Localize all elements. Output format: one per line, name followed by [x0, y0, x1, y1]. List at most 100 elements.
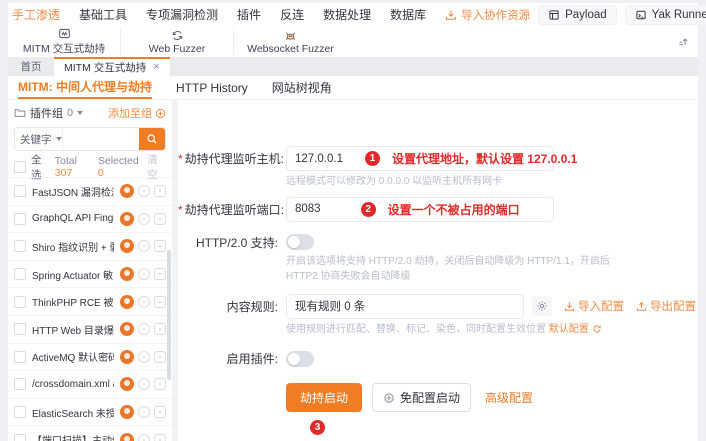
plugin-list-item[interactable]: ElasticSearch 未授权访问 — [8, 399, 172, 427]
square-badge-icon — [154, 351, 166, 363]
close-icon[interactable]: × — [153, 62, 159, 73]
rules-label: 内容规则: — [178, 298, 278, 315]
chevron-down-icon[interactable] — [77, 111, 83, 115]
rules-row: 内容规则: 现有规则 0 条 导入配置 导出配置 — [178, 294, 698, 319]
tab-mitm-proxy[interactable]: MITM: 中间人代理与劫持 — [18, 76, 152, 99]
subnav-item-mitm[interactable]: MITM 交互式劫持 — [8, 28, 121, 55]
circle-badge-icon — [138, 323, 150, 335]
square-badge-icon — [154, 406, 166, 418]
export-config-button[interactable]: 导出配置 — [636, 298, 696, 314]
search-button[interactable] — [139, 128, 165, 150]
plugin-group-header: 插件组 0 添加至组 — [8, 100, 172, 126]
circle-badge-icon — [138, 434, 150, 441]
mitm-config-form: * 劫持代理监听主机: 127.0.0.1 1 设置代理地址，默认设置 127.0… — [178, 100, 698, 441]
circle-badge-icon — [138, 351, 150, 363]
plugin-checkbox[interactable] — [14, 296, 26, 308]
yak-runner-icon — [635, 9, 647, 21]
plugin-group-count: 0 — [67, 107, 73, 119]
plugin-list-item[interactable]: /crossdomain.xml allow-acce... — [8, 371, 172, 399]
avatar-icon — [120, 295, 134, 309]
action-buttons-row: 劫持启动 免配置启动 高级配置 — [286, 383, 698, 412]
plugin-list-item[interactable]: FastJSON 漏洞检测 via DNSL... — [8, 178, 172, 206]
menu-item-plugins[interactable]: 插件 — [237, 6, 261, 23]
menubar: 手工渗透 基础工具 专项漏洞检测 插件 反连 数据处理 数据库 导入协作资源 P… — [8, 3, 698, 26]
expand-icon[interactable] — [677, 35, 690, 48]
plugin-checkbox[interactable] — [14, 213, 26, 225]
plugin-checkbox[interactable] — [14, 268, 26, 280]
total-label: Total 307 — [55, 155, 93, 179]
avatar-icon — [120, 433, 134, 441]
plugin-list-item[interactable]: HTTP Web 目录爆破：敏感... — [8, 316, 172, 344]
tab-home[interactable]: 首页 — [8, 57, 54, 76]
plugin-checkbox[interactable] — [14, 406, 26, 418]
square-badge-icon — [154, 185, 166, 197]
import-icon — [564, 301, 575, 312]
port-row: *劫持代理监听端口: 8083 2 设置一个不被占用的端口 — [178, 197, 698, 222]
keyword-filter-dropdown[interactable]: 关键字 — [15, 128, 63, 150]
circle-badge-icon — [138, 240, 150, 252]
host-help-text: 远程模式可以修改为 0.0.0.0 以监听主机所有网卡 — [286, 174, 698, 190]
required-marker: * — [178, 203, 183, 217]
subnav-item-websocket-fuzzer[interactable]: Websocket Fuzzer — [234, 28, 347, 55]
plugin-checkbox[interactable] — [14, 240, 26, 252]
circle-badge-icon — [138, 268, 150, 280]
menu-item-vuln-detect[interactable]: 专项漏洞检测 — [146, 6, 218, 23]
tab-website-tree[interactable]: 网站树视角 — [272, 76, 332, 99]
gear-icon — [536, 300, 548, 312]
start-hijack-button[interactable]: 劫持启动 — [286, 383, 362, 412]
port-input[interactable]: 8083 2 设置一个不被占用的端口 — [286, 197, 554, 222]
http2-toggle[interactable] — [286, 234, 314, 250]
import-config-button[interactable]: 导入配置 — [564, 298, 624, 314]
plugin-checkbox[interactable] — [14, 323, 26, 335]
payload-icon — [548, 9, 560, 21]
subnav-item-web-fuzzer[interactable]: Web Fuzzer — [121, 28, 234, 55]
rules-select[interactable]: 现有规则 0 条 — [286, 294, 524, 319]
plugin-select-row: 全选 Total 307 Selected 0 清空 — [8, 156, 172, 177]
plugin-search-input[interactable] — [63, 128, 139, 150]
advanced-config-link[interactable]: 高级配置 — [485, 389, 533, 406]
select-all-checkbox[interactable] — [14, 161, 26, 173]
plugin-list-item[interactable]: ActiveMQ 默认密码检查 — [8, 344, 172, 372]
rules-settings-button[interactable] — [532, 296, 552, 316]
plugin-list-item[interactable]: Shiro 指纹识别 + 弱密码检测 — [8, 233, 172, 261]
plugin-checkbox[interactable] — [14, 378, 26, 390]
payload-button[interactable]: Payload — [538, 5, 617, 25]
default-config-link[interactable]: 默认配置 — [549, 322, 602, 338]
plugin-list-item[interactable]: GraphQL API Fingerprint Che... — [8, 206, 172, 234]
yak-runner-button[interactable]: Yak Runner — [625, 5, 706, 25]
rules-help-text: 使用规则进行匹配、替换、标记、染色，同时配置生效位置 默认配置 — [286, 322, 698, 338]
circle-badge-icon — [138, 406, 150, 418]
menu-item-reverse-conn[interactable]: 反连 — [280, 6, 304, 23]
selected-label: Selected 0 — [98, 155, 142, 179]
host-input[interactable]: 127.0.0.1 1 设置代理地址，默认设置 127.0.0.1 — [286, 146, 554, 171]
menu-item-database[interactable]: 数据库 — [390, 6, 426, 23]
plugin-checkbox[interactable] — [14, 434, 26, 441]
tab-http-history[interactable]: HTTP History — [176, 76, 248, 99]
menu-item-basic-tools[interactable]: 基础工具 — [79, 6, 127, 23]
no-config-start-button[interactable]: 免配置启动 — [372, 383, 471, 412]
plugin-list: FastJSON 漏洞检测 via DNSL... GraphQL API Fi… — [8, 177, 172, 441]
plugin-group-label[interactable]: 插件组 — [30, 105, 63, 121]
plugin-list-item[interactable]: 【端口扫描】主动信息探测 — [8, 426, 172, 441]
menu-item-manual-pentest[interactable]: 手工渗透 — [12, 6, 60, 23]
annotation-badge-1: 1 — [365, 151, 380, 166]
add-to-group-button[interactable]: 添加至组 — [108, 105, 166, 121]
plugin-checkbox[interactable] — [14, 351, 26, 363]
host-label: 劫持代理监听主机: — [185, 152, 284, 166]
menu-item-data-process[interactable]: 数据处理 — [323, 6, 371, 23]
square-badge-icon — [154, 323, 166, 335]
square-badge-icon — [154, 378, 166, 390]
tab-mitm[interactable]: MITM 交互式劫持 × — [54, 57, 170, 76]
plugin-list-item[interactable]: Spring Actuator 敏感信息泄漏 — [8, 261, 172, 289]
folder-icon — [14, 107, 26, 119]
avatar-icon — [120, 405, 134, 419]
square-badge-icon — [154, 296, 166, 308]
plugin-name: Spring Actuator 敏感信息泄漏 — [32, 267, 114, 282]
plugin-list-item[interactable]: ThinkPHP RCE 被动扫描 — [8, 288, 172, 316]
enable-plugins-label: 启用插件: — [178, 350, 278, 367]
enable-plugins-toggle[interactable] — [286, 351, 314, 367]
import-collab-button[interactable]: 导入协作资源 — [445, 7, 530, 23]
plugin-sidebar: 插件组 0 添加至组 关键字 全选 — [8, 100, 178, 441]
sidebar-scrollbar[interactable] — [167, 250, 171, 380]
plugin-checkbox[interactable] — [14, 185, 26, 197]
